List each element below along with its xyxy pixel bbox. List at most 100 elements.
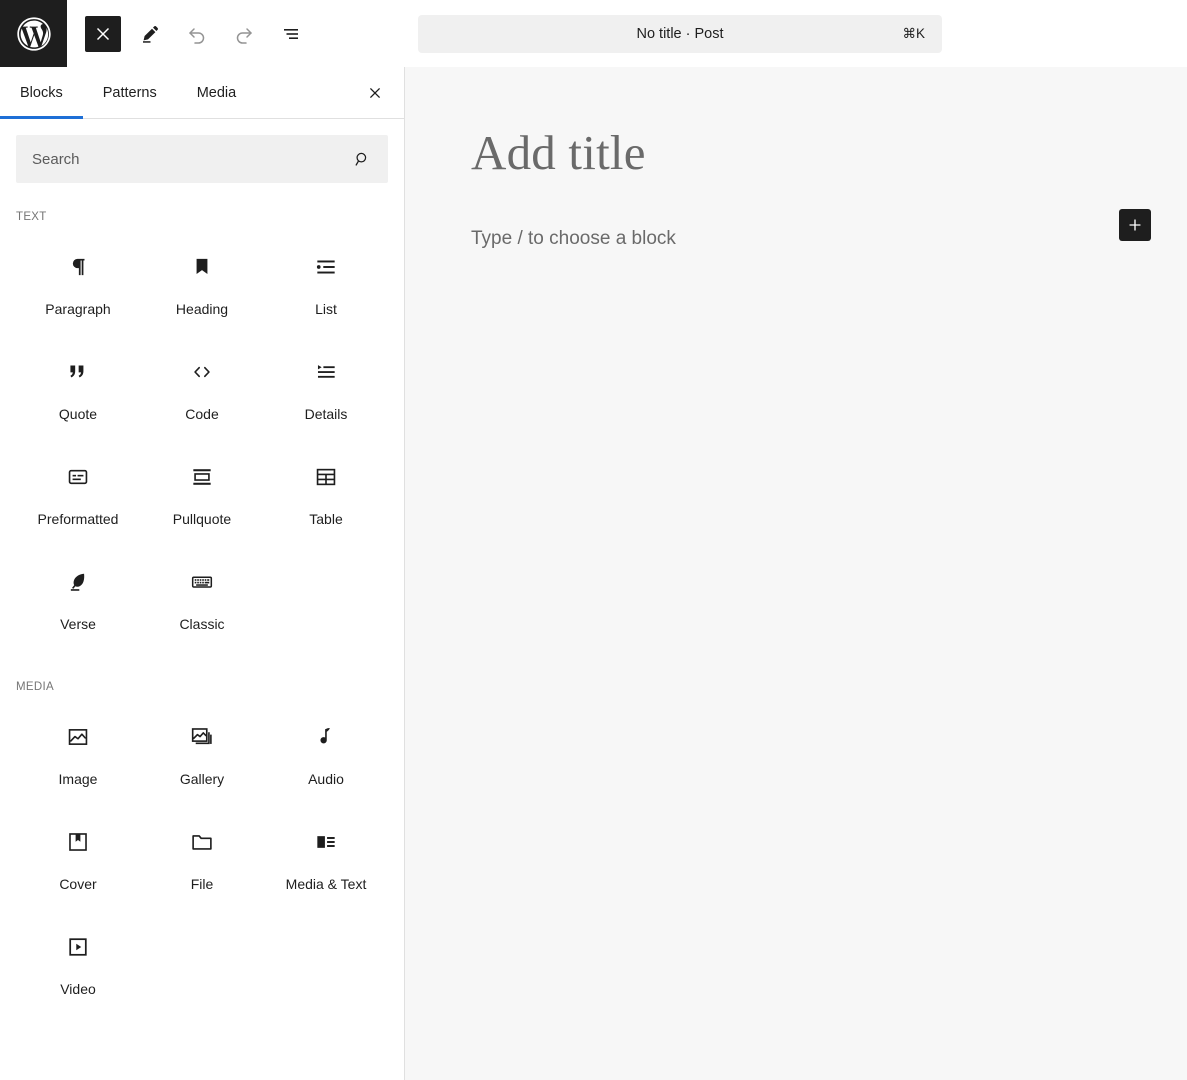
command-center-shortcut: ⌘K <box>902 26 925 42</box>
block-label: Code <box>185 406 218 423</box>
search-icon[interactable] <box>350 147 374 171</box>
code-icon <box>189 356 215 388</box>
paragraph-icon <box>65 251 91 283</box>
close-inserter-panel-button[interactable] <box>360 67 404 118</box>
gallery-icon <box>189 721 215 753</box>
search-input[interactable] <box>32 151 350 168</box>
canvas-inner: Add title Type / to choose a block <box>405 67 1187 1080</box>
block-item-paragraph[interactable]: Paragraph <box>16 233 140 338</box>
heading-icon <box>189 251 215 283</box>
block-label: Video <box>60 981 96 998</box>
topbar-right-spacer <box>1040 0 1187 67</box>
block-item-cover[interactable]: Cover <box>16 808 140 913</box>
block-item-quote[interactable]: Quote <box>16 338 140 443</box>
block-label: Image <box>59 771 98 788</box>
default-paragraph-block[interactable]: Type / to choose a block <box>405 228 1187 250</box>
wordpress-icon <box>14 14 54 54</box>
block-item-pullquote[interactable]: Pullquote <box>140 443 264 548</box>
block-label: File <box>191 876 214 893</box>
preformatted-icon <box>65 461 91 493</box>
image-icon <box>65 721 91 753</box>
tab-media-label: Media <box>197 85 237 101</box>
video-icon <box>65 931 91 963</box>
block-item-preformatted[interactable]: Preformatted <box>16 443 140 548</box>
wordpress-logo-button[interactable] <box>0 0 67 67</box>
pencil-icon <box>138 22 162 46</box>
plus-icon <box>1126 216 1144 234</box>
classic-icon <box>189 566 215 598</box>
block-label: Quote <box>59 406 97 423</box>
grid-filler <box>264 913 388 1018</box>
document-overview-button[interactable] <box>273 16 309 52</box>
details-icon <box>313 356 339 388</box>
editor-toolbar <box>67 0 320 67</box>
command-center-button[interactable]: No title · Post ⌘K <box>418 15 942 53</box>
inserter-block-list[interactable]: TEXT Paragraph <box>0 183 404 1080</box>
block-label: Audio <box>308 771 344 788</box>
command-center-title: No title · Post <box>636 26 723 42</box>
list-view-icon <box>279 22 303 46</box>
redo-icon <box>232 22 256 46</box>
quote-icon <box>65 356 91 388</box>
list-icon <box>313 251 339 283</box>
block-item-heading[interactable]: Heading <box>140 233 264 338</box>
block-item-list[interactable]: List <box>264 233 388 338</box>
section-title-text: TEXT <box>16 211 388 223</box>
block-inserter-panel: Blocks Patterns Media <box>0 67 405 1080</box>
close-inserter-button[interactable] <box>85 16 121 52</box>
close-icon <box>365 83 385 103</box>
block-item-video[interactable]: Video <box>16 913 140 1018</box>
pullquote-icon <box>189 461 215 493</box>
tab-blocks[interactable]: Blocks <box>0 67 83 118</box>
inserter-search-wrapper <box>0 119 404 183</box>
inserter-tabs: Blocks Patterns Media <box>0 67 404 119</box>
block-item-gallery[interactable]: Gallery <box>140 703 264 808</box>
block-item-classic[interactable]: Classic <box>140 548 264 653</box>
block-item-code[interactable]: Code <box>140 338 264 443</box>
block-item-details[interactable]: Details <box>264 338 388 443</box>
block-item-verse[interactable]: Verse <box>16 548 140 653</box>
block-label: Verse <box>60 616 96 633</box>
audio-icon <box>313 721 339 753</box>
tab-media[interactable]: Media <box>177 67 257 118</box>
block-item-media-text[interactable]: Media & Text <box>264 808 388 913</box>
redo-button[interactable] <box>226 16 262 52</box>
undo-button[interactable] <box>179 16 215 52</box>
close-icon <box>92 23 114 45</box>
search-field[interactable] <box>16 135 388 183</box>
tab-patterns[interactable]: Patterns <box>83 67 177 118</box>
block-label: Table <box>309 511 342 528</box>
verse-icon <box>65 566 91 598</box>
block-item-image[interactable]: Image <box>16 703 140 808</box>
media-text-icon <box>313 826 339 858</box>
add-block-button[interactable] <box>1119 209 1151 241</box>
cover-icon <box>65 826 91 858</box>
undo-icon <box>185 22 209 46</box>
section-title-media: MEDIA <box>16 681 388 693</box>
block-label: Gallery <box>180 771 224 788</box>
editor-body: Blocks Patterns Media <box>0 67 1187 1080</box>
block-item-audio[interactable]: Audio <box>264 703 388 808</box>
block-label: Paragraph <box>45 301 110 318</box>
command-center-wrapper: No title · Post ⌘K <box>320 0 1040 67</box>
grid-filler <box>140 913 264 1018</box>
grid-filler <box>264 548 388 653</box>
block-label: Cover <box>59 876 96 893</box>
block-grid-text: Paragraph Heading <box>16 233 388 653</box>
block-item-table[interactable]: Table <box>264 443 388 548</box>
block-label: Details <box>305 406 348 423</box>
block-item-file[interactable]: File <box>140 808 264 913</box>
block-label: Pullquote <box>173 511 231 528</box>
table-icon <box>313 461 339 493</box>
post-title-input[interactable]: Add title <box>405 125 1187 181</box>
file-icon <box>189 826 215 858</box>
block-grid-media: Image Gallery <box>16 703 388 1018</box>
edit-tool-button[interactable] <box>132 16 168 52</box>
tab-patterns-label: Patterns <box>103 85 157 101</box>
tab-blocks-label: Blocks <box>20 85 63 101</box>
block-label: Preformatted <box>38 511 119 528</box>
block-editor-app: No title · Post ⌘K Blocks Patterns Media <box>0 0 1187 1080</box>
block-label: Media & Text <box>286 876 367 893</box>
block-label: List <box>315 301 337 318</box>
editor-canvas[interactable]: Add title Type / to choose a block <box>405 67 1187 1080</box>
